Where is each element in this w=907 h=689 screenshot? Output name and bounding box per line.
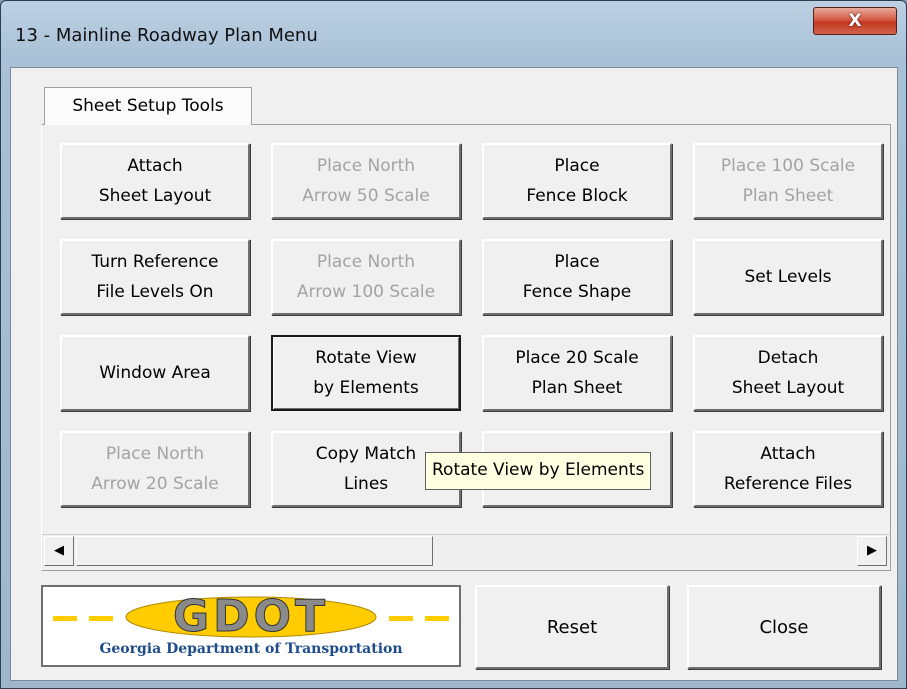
attach-sheet-layout-button[interactable]: Attach Sheet Layout	[60, 143, 250, 219]
set-levels-button[interactable]: Set Levels	[693, 239, 883, 315]
reset-button[interactable]: Reset	[475, 585, 669, 669]
rotate-view-by-elements-button[interactable]: Rotate View by Elements	[271, 335, 461, 411]
window-area-button[interactable]: Window Area	[60, 335, 250, 411]
place-20-scale-plan-sheet-button[interactable]: Place 20 Scale Plan Sheet	[482, 335, 672, 411]
place-north-arrow-100-scale-button: Place North Arrow 100 Scale	[271, 239, 461, 315]
attach-reference-files-button[interactable]: Attach Reference Files	[693, 431, 883, 507]
tooltip: Rotate View by Elements	[425, 452, 652, 490]
gdot-logo-mark: GDOT	[53, 591, 449, 641]
tab-sheet-setup-tools[interactable]: Sheet Setup Tools	[44, 87, 252, 125]
logo-caption: Georgia Department of Transportation	[99, 641, 403, 657]
scroll-left-arrow-icon[interactable]: ◀	[44, 536, 74, 566]
turn-reference-file-levels-on-button[interactable]: Turn Reference File Levels On	[60, 239, 250, 315]
place-north-arrow-50-scale-button: Place North Arrow 50 Scale	[271, 143, 461, 219]
scrollbar-thumb[interactable]	[76, 536, 433, 566]
logo-text: GDOT	[173, 591, 329, 641]
dialog-window: 13 - Mainline Roadway Plan Menu X Sheet …	[0, 0, 907, 689]
horizontal-scrollbar[interactable]: ◀ ▶	[42, 534, 890, 566]
window-close-button[interactable]: X	[813, 7, 897, 35]
place-north-arrow-20-scale-button: Place North Arrow 20 Scale	[60, 431, 250, 507]
detach-sheet-layout-button[interactable]: Detach Sheet Layout	[693, 335, 883, 411]
tab-panel: Attach Sheet Layout Place North Arrow 50…	[41, 124, 891, 571]
place-fence-block-button[interactable]: Place Fence Block	[482, 143, 672, 219]
gdot-logo: GDOT Georgia Department of Transportatio…	[41, 585, 461, 667]
scroll-right-arrow-icon[interactable]: ▶	[857, 536, 887, 566]
place-fence-shape-button[interactable]: Place Fence Shape	[482, 239, 672, 315]
place-100-scale-plan-sheet-button: Place 100 Scale Plan Sheet	[693, 143, 883, 219]
window-title: 13 - Mainline Roadway Plan Menu	[15, 25, 318, 46]
close-button[interactable]: Close	[687, 585, 881, 669]
